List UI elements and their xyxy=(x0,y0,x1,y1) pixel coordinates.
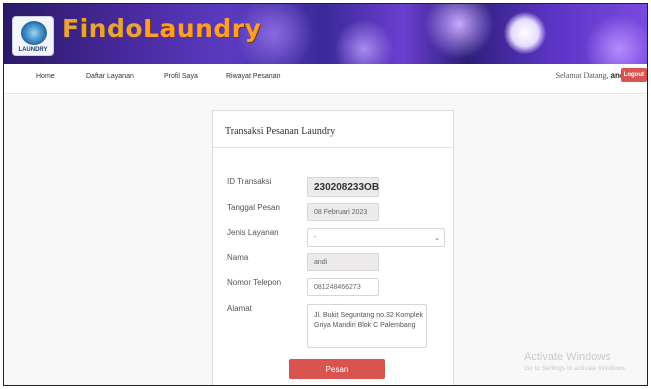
brand-title: FindoLaundry xyxy=(62,14,261,43)
laundry-logo[interactable]: LAUNDRY xyxy=(12,16,54,56)
welcome-text: Selamat Datang, andi xyxy=(556,71,627,80)
banner-decoration xyxy=(424,4,494,59)
nama-label: Nama xyxy=(227,253,249,262)
welcome-prefix: Selamat Datang, xyxy=(555,71,609,80)
divider xyxy=(213,147,453,148)
nomor-telepon-input[interactable]: 081248466273 xyxy=(307,278,379,296)
nav-profil-saya[interactable]: Profil Saya xyxy=(164,73,198,80)
nav-home[interactable]: Home xyxy=(36,73,55,80)
jenis-layanan-value: - xyxy=(314,234,317,241)
nav-riwayat-pesanan[interactable]: Riwayat Pesanan xyxy=(226,73,280,80)
main-content: Transaksi Pesanan Laundry ID Transaksi 2… xyxy=(4,95,647,385)
jenis-layanan-label: Jenis Layanan xyxy=(227,228,279,237)
pesan-button[interactable]: Pesan xyxy=(289,359,385,379)
navbar: Home Daftar Layanan Profil Saya Riwayat … xyxy=(4,64,647,94)
washing-machine-icon xyxy=(21,21,47,45)
header-banner: LAUNDRY FindoLaundry xyxy=(4,4,647,64)
nav-daftar-layanan[interactable]: Daftar Layanan xyxy=(86,73,134,80)
alamat-textarea[interactable]: Jl. Bukit Seguntang no.32 Komplek Griya … xyxy=(307,304,427,348)
browser-frame: LAUNDRY FindoLaundry Home Daftar Layanan… xyxy=(3,3,648,386)
jenis-layanan-select[interactable]: - ⌄ xyxy=(307,228,445,247)
logout-button[interactable]: Logout xyxy=(620,68,647,82)
tanggal-pesan-field: 08 Februari 2023 xyxy=(307,203,379,221)
banner-decoration xyxy=(584,14,647,64)
id-transaksi-field: 230208233OB xyxy=(307,177,379,197)
alamat-label: Alamat xyxy=(227,304,252,313)
form-title: Transaksi Pesanan Laundry xyxy=(225,126,336,137)
banner-decoration xyxy=(334,19,394,64)
watermark-title: Activate Windows xyxy=(524,351,611,363)
tanggal-pesan-label: Tanggal Pesan xyxy=(227,203,280,212)
brand-word-2: Laundry xyxy=(143,14,262,43)
id-transaksi-label: ID Transaksi xyxy=(227,177,272,186)
nomor-telepon-label: Nomor Telepon xyxy=(227,278,282,287)
brand-word-1: Findo xyxy=(62,14,144,43)
banner-decoration xyxy=(504,12,546,54)
chevron-down-icon: ⌄ xyxy=(434,235,440,242)
nama-field: andi xyxy=(307,253,379,271)
order-form-card: Transaksi Pesanan Laundry ID Transaksi 2… xyxy=(212,110,454,385)
activate-windows-watermark: Activate Windows Go to Settings to activ… xyxy=(524,351,627,372)
watermark-subtitle: Go to Settings to activate Windows. xyxy=(524,365,627,372)
logo-text: LAUNDRY xyxy=(18,47,48,53)
